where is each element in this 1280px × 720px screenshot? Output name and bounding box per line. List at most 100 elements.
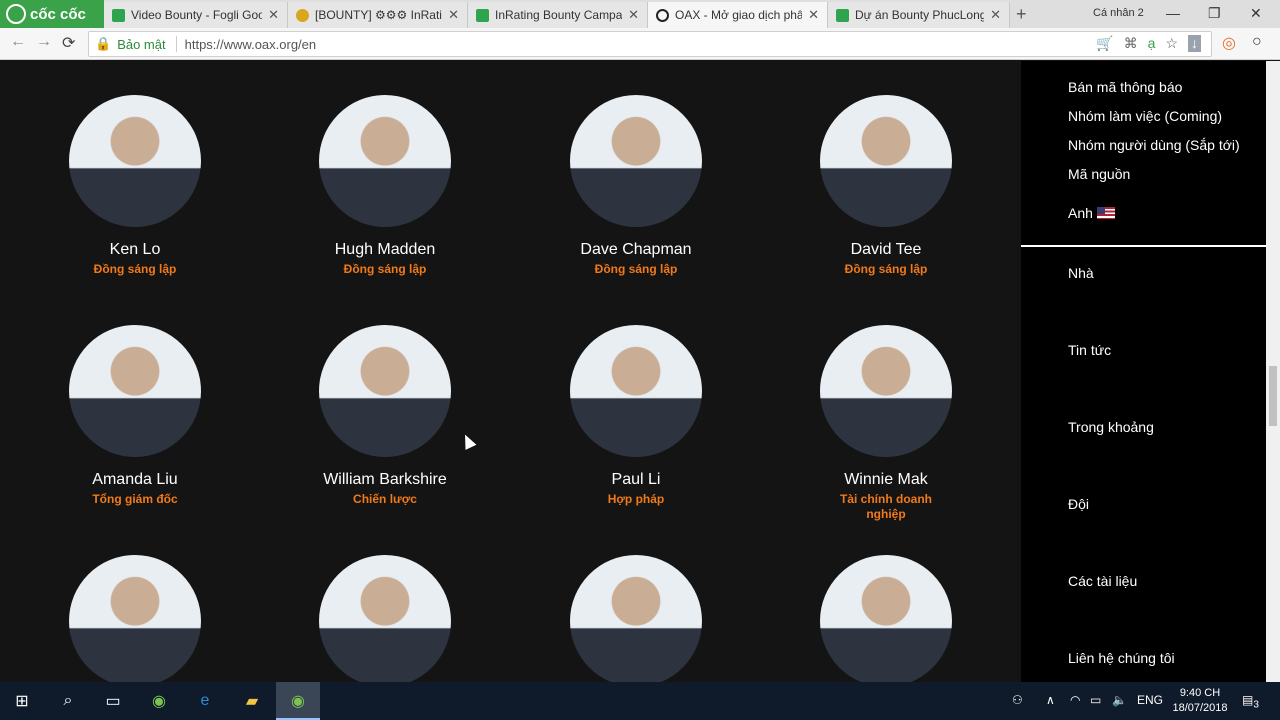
people-icon[interactable]: ⚇	[1012, 693, 1023, 707]
tab-phuclong[interactable]: Dự án Bounty PhucLongSt ✕	[828, 2, 1010, 28]
member-role: Đồng sáng lập	[844, 262, 928, 276]
tab-oax[interactable]: OAX - Mở giao dịch phân ✕	[648, 2, 828, 28]
restore-icon[interactable]: ❐	[1208, 5, 1221, 22]
member-role: Đồng sáng lập	[343, 262, 427, 276]
team-member-card[interactable]	[786, 555, 986, 682]
team-member-card[interactable]: Dave Chapman Đồng sáng lập	[536, 95, 736, 277]
tab-title: Video Bounty - Fogli Goo	[131, 8, 263, 22]
avatar	[570, 325, 702, 457]
team-member-card[interactable]: Winnie Mak Tài chính doanh nghiệp	[786, 325, 986, 522]
file-explorer-icon[interactable]: ▰	[240, 690, 264, 712]
language-label: Anh	[1068, 205, 1093, 221]
team-member-card[interactable]	[285, 555, 485, 682]
avatar	[570, 95, 702, 227]
member-name: William Barkshire	[323, 471, 447, 488]
extension-icon[interactable]: ◎	[1222, 33, 1236, 53]
tab-inrating-campaign[interactable]: InRating Bounty Campaign ✕	[468, 2, 648, 28]
menu-item-source-code[interactable]: Mã nguồn	[1068, 166, 1130, 182]
team-member-card[interactable]	[35, 555, 235, 682]
member-role: Đồng sáng lập	[594, 262, 678, 276]
team-section: Ken Lo Đồng sáng lập Hugh Madden Đồng sá…	[0, 61, 1021, 682]
member-role: Hợp pháp	[607, 492, 665, 506]
member-role: Đồng sáng lập	[93, 262, 177, 276]
secure-label: Bảo mật	[117, 36, 166, 52]
team-member-card[interactable]: William Barkshire Chiến lược	[285, 325, 485, 507]
close-icon[interactable]: ✕	[448, 7, 459, 23]
reload-icon[interactable]: ⟳	[62, 33, 75, 53]
coccoc-logo[interactable]: cốc cốc	[0, 0, 104, 28]
leaf-icon	[6, 4, 26, 24]
chevron-up-icon[interactable]: ∧	[1046, 693, 1055, 707]
edge-icon[interactable]: e	[193, 690, 217, 712]
avatar	[820, 95, 952, 227]
volume-icon[interactable]: 🔈	[1112, 693, 1127, 707]
minimize-icon[interactable]: —	[1166, 5, 1180, 21]
menu-item-team[interactable]: Đội	[1068, 496, 1089, 512]
back-icon[interactable]: ←	[10, 33, 26, 51]
profile-label[interactable]: Cá nhân 2	[1093, 7, 1144, 19]
vietnamese-typing-icon[interactable]: ạ	[1148, 35, 1156, 52]
clock[interactable]: 9:40 CH 18/07/2018	[1170, 686, 1230, 716]
team-member-card[interactable]: Ken Lo Đồng sáng lập	[35, 95, 235, 277]
scroll-thumb[interactable]	[1269, 366, 1277, 426]
close-icon[interactable]: ✕	[628, 7, 639, 23]
coccoc-taskbar-icon[interactable]: ◉	[147, 690, 171, 712]
close-icon[interactable]: ✕	[268, 7, 279, 23]
new-tab-button[interactable]: +	[1016, 4, 1027, 25]
translate-icon[interactable]: ⌘	[1124, 35, 1138, 52]
avatar	[69, 555, 201, 682]
sheets-icon	[112, 8, 125, 22]
avatar	[820, 555, 952, 682]
notification-icon[interactable]: ▤3	[1242, 693, 1259, 710]
menu-item-working-group[interactable]: Nhóm làm việc (Coming)	[1068, 108, 1222, 124]
menu-item-user-group[interactable]: Nhóm người dùng (Sắp tới)	[1068, 137, 1240, 153]
url-input[interactable]: 🔒 Bảo mật https://www.oax.org/en 🛒 ⌘ ạ ☆…	[88, 31, 1212, 57]
close-icon[interactable]: ✕	[808, 7, 819, 23]
avatar	[820, 325, 952, 457]
url-text: https://www.oax.org/en	[184, 36, 317, 52]
lock-icon: 🔒	[95, 36, 112, 51]
avatar	[319, 95, 451, 227]
menu-item-news[interactable]: Tin tức	[1068, 342, 1111, 358]
member-role: Tài chính doanh nghiệp	[840, 492, 932, 521]
tab-title: InRating Bounty Campaign	[495, 8, 623, 22]
member-name: Paul Li	[611, 471, 661, 488]
member-role: Tổng giám đốc	[92, 492, 178, 506]
menu-item-home[interactable]: Nhà	[1068, 265, 1094, 281]
close-window-icon[interactable]: ✕	[1250, 5, 1262, 22]
menu-item-about[interactable]: Trong khoảng	[1068, 419, 1154, 435]
forward-icon[interactable]: →	[36, 33, 52, 51]
team-member-card[interactable]: Paul Li Hợp pháp	[536, 325, 736, 507]
menu-item-documents[interactable]: Các tài liệu	[1068, 573, 1137, 589]
menu-circle-icon[interactable]: ○	[1252, 33, 1262, 51]
team-member-card[interactable]: David Tee Đồng sáng lập	[786, 95, 986, 277]
avatar	[570, 555, 702, 682]
member-role: Chiến lược	[353, 492, 417, 506]
member-name: David Tee	[850, 241, 922, 258]
page-scrollbar[interactable]	[1266, 61, 1280, 682]
tab-bounty-inrating[interactable]: [BOUNTY] ⚙⚙⚙ InRatin ✕	[288, 2, 468, 28]
menu-item-token-sale[interactable]: Bán mã thông báo	[1068, 79, 1182, 95]
tab-title: OAX - Mở giao dịch phân	[675, 8, 803, 22]
windows-start-icon[interactable]: ⊞	[10, 690, 34, 712]
avatar	[319, 325, 451, 457]
member-name: Winnie Mak	[844, 471, 928, 488]
task-view-icon[interactable]: ▭	[101, 690, 125, 712]
battery-icon[interactable]: ▭	[1090, 693, 1101, 707]
search-icon[interactable]: ⌕	[56, 690, 80, 712]
team-member-card[interactable]: Hugh Madden Đồng sáng lập	[285, 95, 485, 277]
menu-item-contact[interactable]: Liên hệ chúng tôi	[1068, 650, 1175, 666]
close-icon[interactable]: ✕	[990, 7, 1001, 23]
bookmark-star-icon[interactable]: ☆	[1165, 35, 1178, 52]
cart-icon[interactable]: 🛒	[1096, 35, 1113, 52]
tab-video-bounty[interactable]: Video Bounty - Fogli Goo ✕	[104, 2, 288, 28]
download-icon[interactable]: ↓	[1188, 35, 1201, 52]
team-member-card[interactable]	[536, 555, 736, 682]
menu-divider	[1021, 245, 1266, 247]
wifi-icon[interactable]: ◠	[1070, 693, 1080, 707]
member-name: Ken Lo	[109, 241, 161, 258]
coccoc-active-icon[interactable]: ◉	[286, 690, 310, 712]
input-language[interactable]: ENG	[1137, 693, 1163, 707]
language-selector[interactable]: Anh	[1068, 205, 1115, 221]
team-member-card[interactable]: Amanda Liu Tổng giám đốc	[35, 325, 235, 507]
